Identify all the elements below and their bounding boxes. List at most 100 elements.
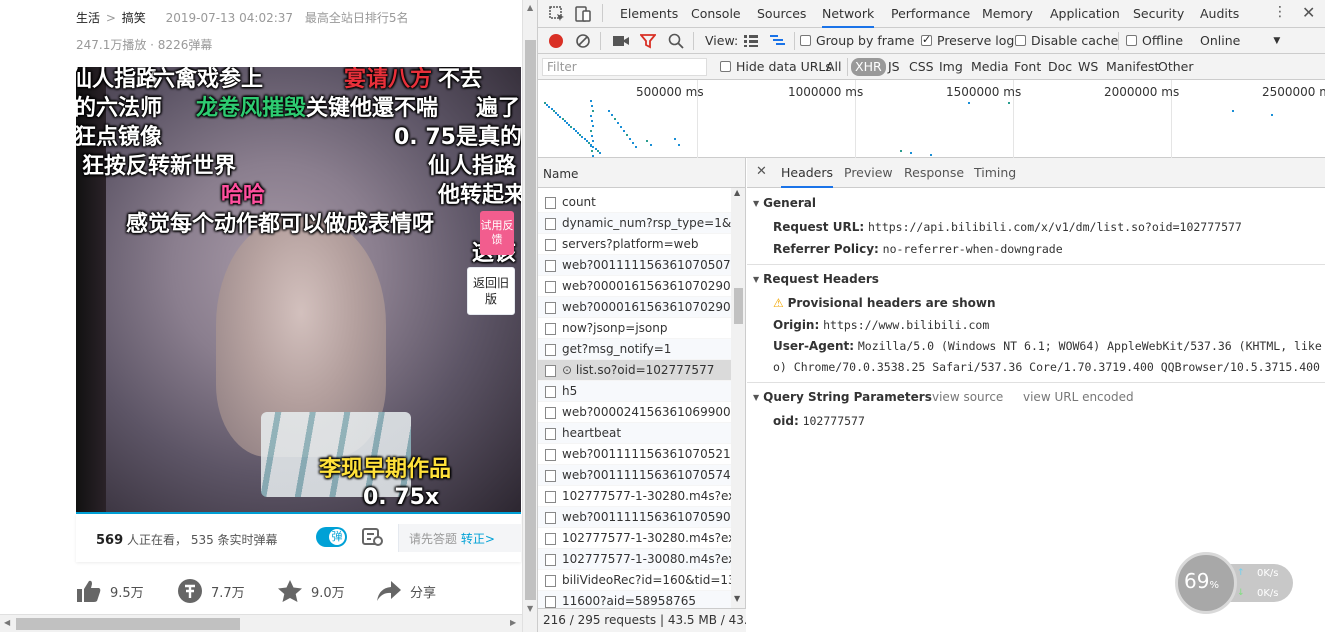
request-row[interactable]: dynamic_num?rsp_type=1&uid... bbox=[538, 213, 731, 234]
search-icon[interactable] bbox=[668, 33, 684, 49]
view-url-encoded-link[interactable]: view URL encoded bbox=[1023, 390, 1134, 404]
request-row[interactable]: biliVideoRec?id=160&tid=138 bbox=[538, 570, 731, 591]
request-row[interactable]: web?00111115636107052181563 bbox=[538, 444, 731, 465]
column-header-name[interactable]: Name bbox=[538, 158, 745, 188]
request-row[interactable]: h5 bbox=[538, 381, 731, 402]
device-toolbar-icon[interactable] bbox=[574, 5, 592, 23]
request-row[interactable]: now?jsonp=jsonp bbox=[538, 318, 731, 339]
page-vertical-scrollbar[interactable]: ▲ ▼ bbox=[522, 0, 537, 632]
request-row[interactable]: servers?platform=web bbox=[538, 234, 731, 255]
request-row[interactable]: web?00001615636107029041563 bbox=[538, 297, 731, 318]
offline-checkbox[interactable]: Offline bbox=[1126, 33, 1183, 48]
scroll-up-icon[interactable]: ▲ bbox=[527, 3, 533, 12]
share-button[interactable]: 分享 bbox=[376, 574, 436, 608]
checkbox-unchecked[interactable] bbox=[800, 35, 811, 46]
scrollbar-thumb[interactable] bbox=[734, 288, 743, 324]
danmaku-input[interactable]: 请先答题 转正> bbox=[398, 524, 521, 552]
request-row[interactable]: heartbeat bbox=[538, 423, 731, 444]
network-overview-timeline[interactable]: 500000 ms 1000000 ms 1500000 ms 2000000 … bbox=[538, 80, 1325, 158]
filter-type-font[interactable]: Font bbox=[1014, 59, 1041, 74]
tab-console[interactable]: Console bbox=[691, 0, 741, 28]
danmaku-toggle[interactable]: 弹 bbox=[316, 527, 347, 547]
tab-elements[interactable]: Elements bbox=[620, 0, 678, 28]
tryout-feedback-button[interactable]: 试用反馈 bbox=[480, 211, 514, 255]
close-details-icon[interactable]: ✕ bbox=[756, 164, 767, 179]
request-row[interactable]: count bbox=[538, 192, 731, 213]
request-row[interactable]: get?msg_notify=1 bbox=[538, 339, 731, 360]
large-rows-icon[interactable] bbox=[744, 35, 758, 47]
filter-type-doc[interactable]: Doc bbox=[1048, 59, 1072, 74]
query-section-toggle[interactable]: ▼ Query String Parameters bbox=[753, 390, 932, 404]
filter-type-img[interactable]: Img bbox=[939, 59, 963, 74]
group-by-frame-checkbox[interactable]: Group by frame bbox=[800, 33, 914, 48]
tab-timing[interactable]: Timing bbox=[974, 158, 1016, 188]
tab-headers[interactable]: Headers bbox=[781, 158, 834, 188]
tab-security[interactable]: Security bbox=[1133, 0, 1184, 28]
more-options-icon[interactable]: ⋮ bbox=[1273, 4, 1287, 20]
breadcrumb-life[interactable]: 生活 bbox=[76, 11, 100, 25]
tab-response[interactable]: Response bbox=[904, 158, 964, 188]
request-row[interactable]: web?00002415636106990001563 bbox=[538, 402, 731, 423]
scrollbar-thumb[interactable] bbox=[525, 40, 536, 600]
request-row[interactable]: web?00111115636107059041563 bbox=[538, 507, 731, 528]
checkbox-checked[interactable] bbox=[921, 33, 932, 46]
preserve-log-checkbox[interactable]: Preserve log bbox=[921, 33, 1014, 48]
filter-type-ws[interactable]: WS bbox=[1078, 59, 1098, 74]
favorite-button[interactable]: 9.0万 bbox=[277, 574, 345, 608]
tab-preview[interactable]: Preview bbox=[844, 158, 893, 188]
tab-sources[interactable]: Sources bbox=[757, 0, 806, 28]
hide-data-urls-checkbox[interactable]: Hide data URLs bbox=[720, 59, 832, 74]
tab-memory[interactable]: Memory bbox=[982, 0, 1033, 28]
filter-type-all[interactable]: All bbox=[826, 59, 842, 74]
view-source-link[interactable]: view source bbox=[932, 390, 1003, 404]
checkbox-unchecked[interactable] bbox=[1126, 35, 1137, 46]
scroll-down-icon[interactable]: ▼ bbox=[734, 594, 740, 603]
general-section-toggle[interactable]: ▼ General bbox=[753, 196, 816, 210]
record-icon[interactable] bbox=[548, 33, 564, 49]
back-to-old-version-button[interactable]: 返回旧版 bbox=[467, 267, 515, 315]
disable-cache-checkbox[interactable]: Disable cache bbox=[1015, 33, 1118, 48]
checkbox-unchecked[interactable] bbox=[1015, 35, 1026, 46]
throttling-select[interactable]: Online ▼ bbox=[1200, 33, 1280, 48]
request-row[interactable]: web?00111115636107057471563 bbox=[538, 465, 731, 486]
video-player[interactable]: 仙人指路 六禽戏参上 宴请八方 不去 的六法师 龙卷风摧毁 关键他還不喘 遍了 … bbox=[76, 67, 521, 513]
capture-screenshots-icon[interactable] bbox=[612, 34, 630, 48]
filter-input[interactable]: Filter bbox=[542, 58, 707, 76]
request-row[interactable]: 102777577-1-30280.m4s?expires bbox=[538, 528, 731, 549]
filter-type-css[interactable]: CSS bbox=[909, 59, 934, 74]
page-horizontal-scrollbar[interactable]: ◀ ▶ bbox=[0, 614, 522, 632]
danmaku-become-member-link[interactable]: 转正> bbox=[461, 532, 495, 546]
tab-application[interactable]: Application bbox=[1050, 0, 1120, 28]
danmaku-settings-icon[interactable] bbox=[362, 527, 384, 547]
filter-type-xhr[interactable]: XHR bbox=[851, 58, 886, 76]
filter-type-js[interactable]: JS bbox=[888, 59, 900, 74]
filter-type-other[interactable]: Other bbox=[1158, 59, 1194, 74]
like-button[interactable]: 9.5万 bbox=[76, 574, 144, 608]
network-speed-widget[interactable]: ↑ 0K/s ↓ 0K/s 69% bbox=[1175, 552, 1295, 614]
waterfall-icon[interactable] bbox=[770, 34, 786, 48]
request-row[interactable]: 102777577-1-30080.m4s?expires bbox=[538, 549, 731, 570]
rank-info[interactable]: 最高全站日排行5名 bbox=[305, 11, 409, 25]
filter-type-media[interactable]: Media bbox=[971, 59, 1009, 74]
tab-network[interactable]: Network bbox=[822, 0, 875, 28]
scrollbar-thumb[interactable] bbox=[16, 618, 240, 630]
scroll-right-icon[interactable]: ▶ bbox=[510, 618, 516, 627]
inspect-element-icon[interactable] bbox=[548, 5, 566, 23]
request-row[interactable]: 102777577-1-30280.m4s?expires bbox=[538, 486, 731, 507]
request-row[interactable]: web?00001615636107029041563 bbox=[538, 276, 731, 297]
scroll-up-icon[interactable]: ▲ bbox=[734, 188, 740, 197]
tab-performance[interactable]: Performance bbox=[891, 0, 970, 28]
tab-audits[interactable]: Audits bbox=[1200, 0, 1239, 28]
request-row[interactable]: 11600?aid=58958765 bbox=[538, 591, 731, 608]
request-row-selected[interactable]: ⊙ list.so?oid=102777577 bbox=[538, 360, 731, 381]
filter-type-manifest[interactable]: Manifest bbox=[1106, 59, 1159, 74]
request-row[interactable]: web?00111115636107050721563 bbox=[538, 255, 731, 276]
breadcrumb-funny[interactable]: 搞笑 bbox=[122, 11, 146, 25]
checkbox-unchecked[interactable] bbox=[720, 61, 731, 72]
scroll-left-icon[interactable]: ◀ bbox=[4, 618, 10, 627]
clear-icon[interactable] bbox=[575, 33, 591, 49]
close-devtools-icon[interactable]: ✕ bbox=[1302, 3, 1315, 22]
request-list-scrollbar[interactable]: ▲ ▼ bbox=[731, 188, 745, 608]
request-headers-section-toggle[interactable]: ▼ Request Headers bbox=[753, 272, 879, 286]
filter-icon[interactable] bbox=[640, 33, 656, 49]
